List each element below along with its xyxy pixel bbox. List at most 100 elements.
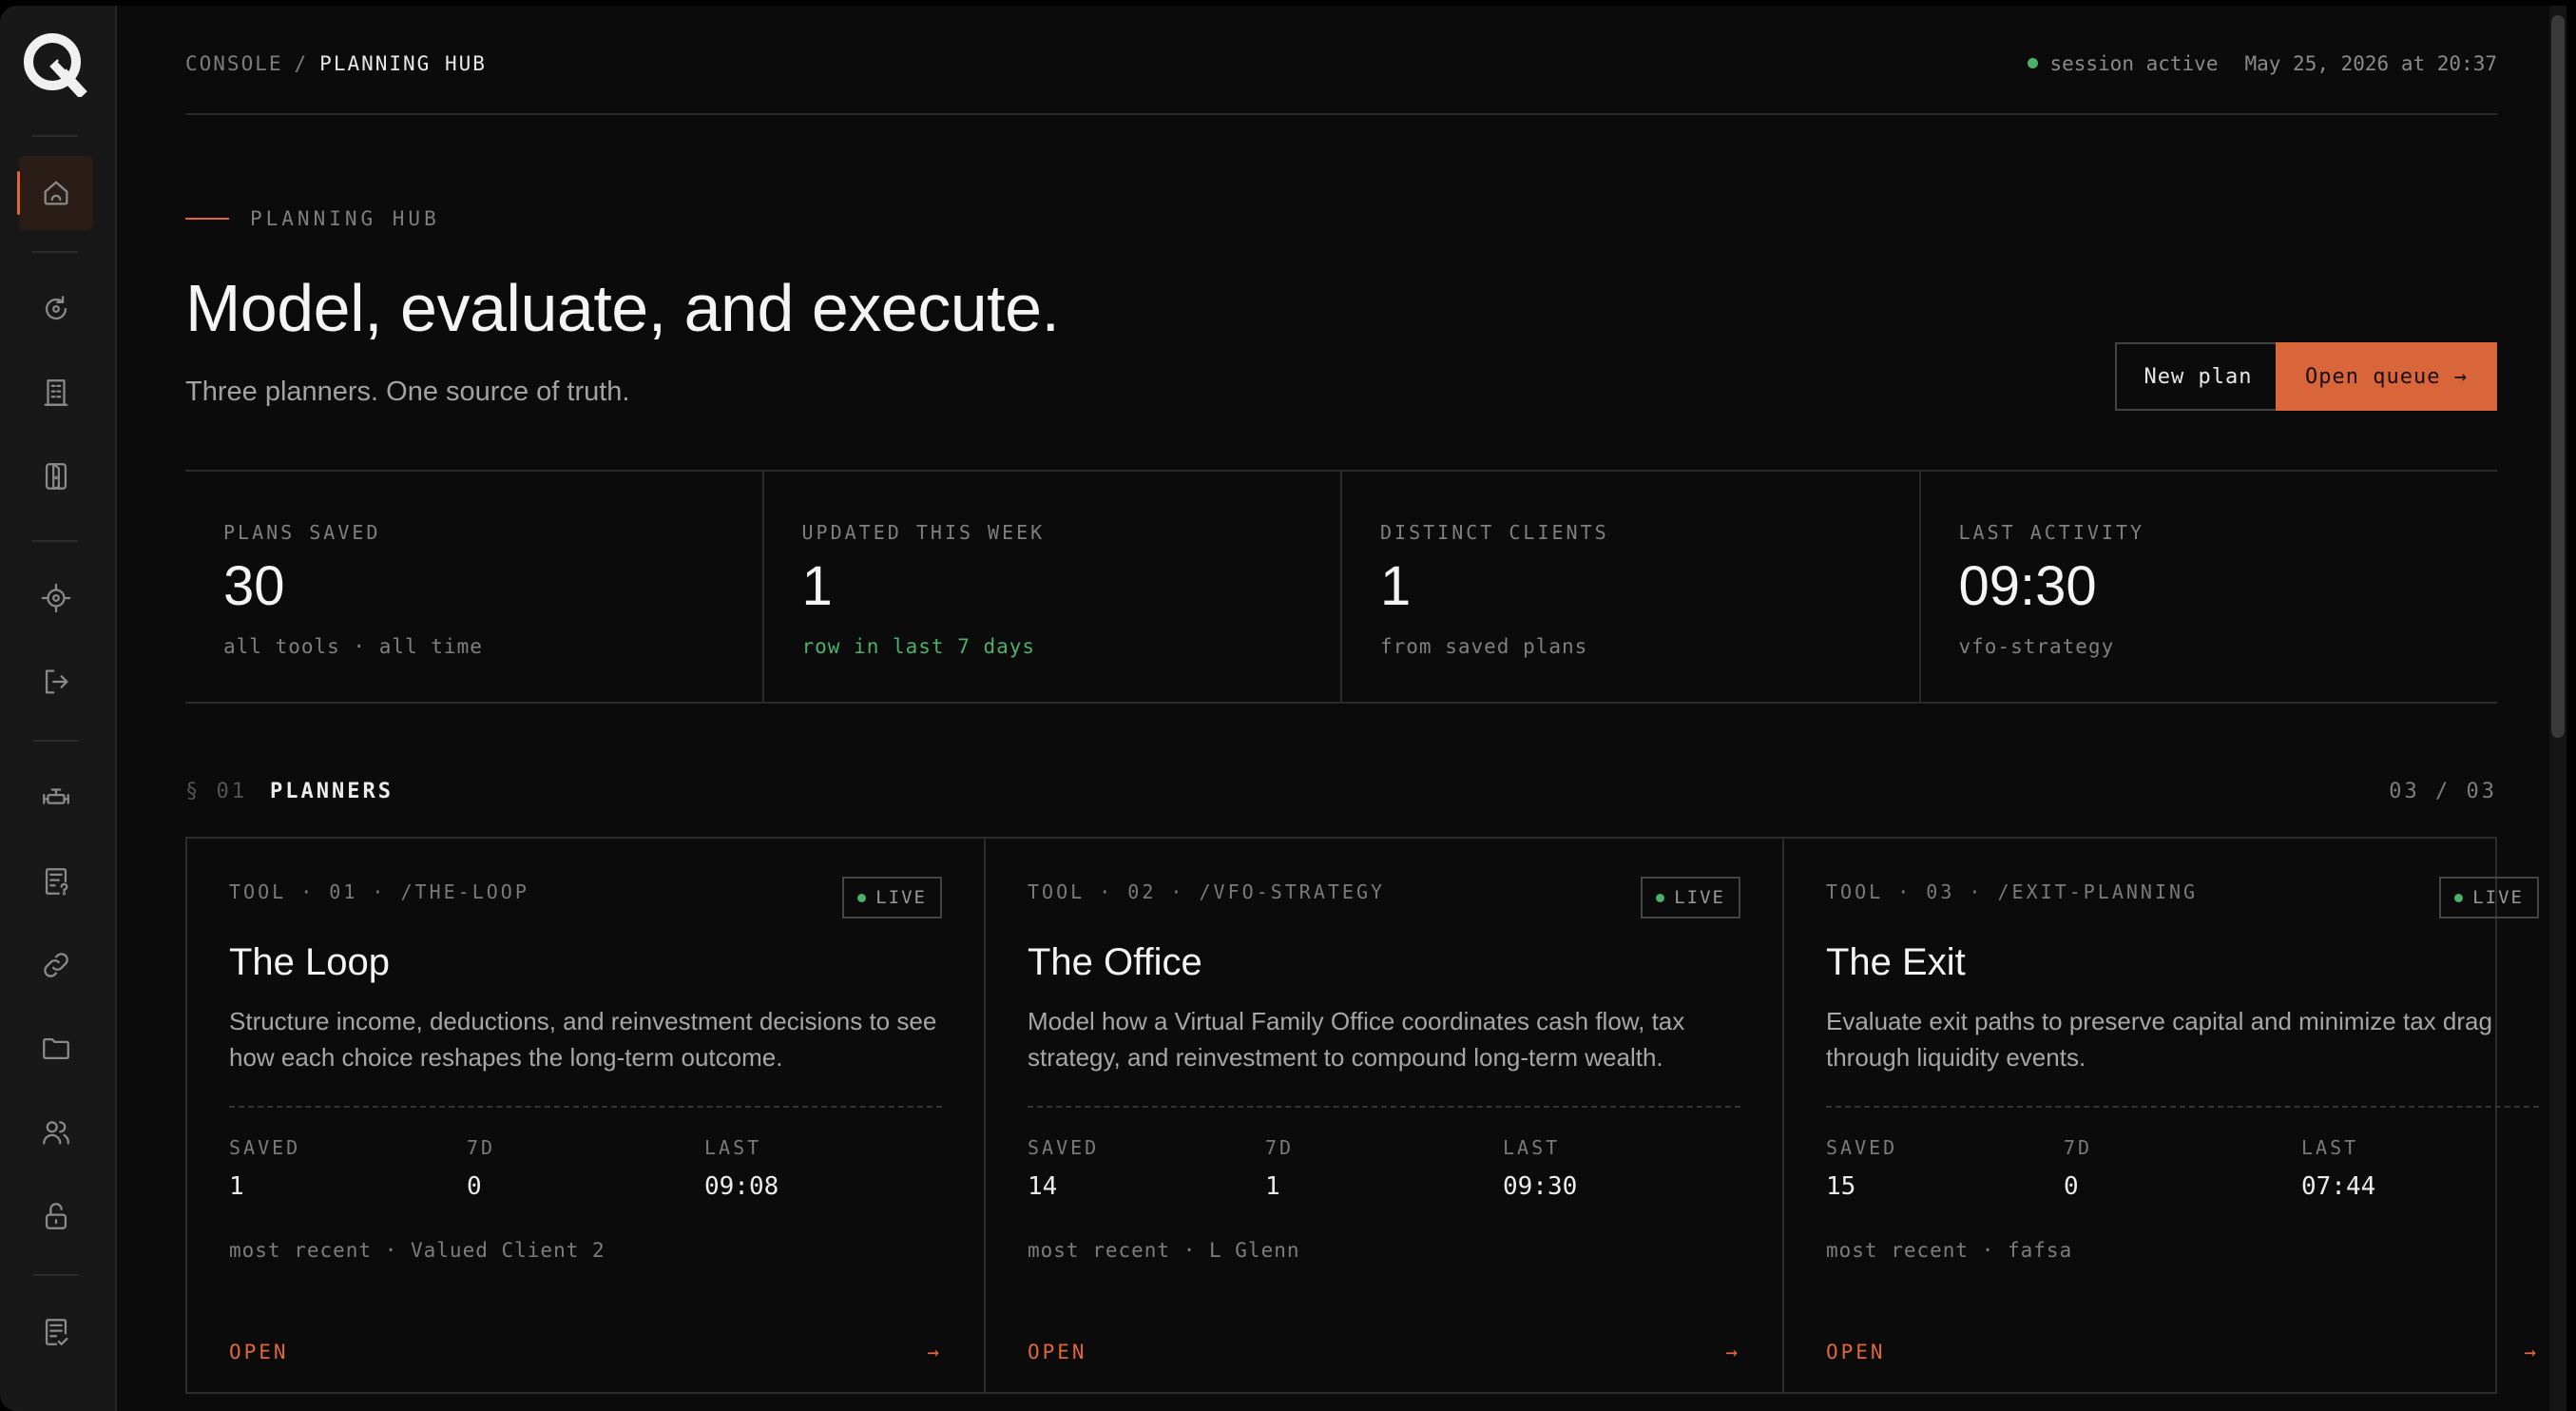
sidebar-item-users[interactable]	[19, 1095, 93, 1169]
breadcrumb-separator: /	[294, 51, 309, 75]
sidebar-item-target[interactable]	[19, 561, 93, 635]
metric-label: LAST	[704, 1136, 762, 1159]
scrollbar-thumb[interactable]	[2551, 15, 2565, 738]
card-metrics: SAVED 14 7D 1 LAST 09:30	[1028, 1136, 1740, 1201]
stat-label: PLANS SAVED	[223, 521, 381, 544]
sidebar-item-door[interactable]	[19, 439, 93, 513]
live-dot	[2454, 893, 2464, 902]
metric-value: 14	[1028, 1172, 1058, 1201]
planner-card-the-exit[interactable]: TOOL · 03 · /EXIT-PLANNING LIVE The Exit…	[1784, 839, 2566, 1392]
stat-value: 09:30	[1958, 555, 2097, 617]
metric-saved: SAVED 15	[1826, 1136, 2064, 1201]
live-dot	[857, 893, 867, 902]
arrow-right-icon[interactable]: →	[2524, 1341, 2539, 1363]
open-queue-button[interactable]: Open queue →	[2276, 342, 2497, 411]
sidebar-item-link[interactable]	[19, 928, 93, 1002]
sidebar-divider	[32, 251, 78, 253]
sidebar-item-logout[interactable]	[19, 645, 93, 719]
card-most-recent: most recent · L Glenn	[1028, 1239, 1300, 1262]
card-metrics: SAVED 1 7D 0 LAST 09:08	[229, 1136, 942, 1201]
section-count: 03 / 03	[2389, 780, 2497, 803]
home-icon	[44, 181, 68, 205]
new-plan-button[interactable]: New plan	[2115, 342, 2281, 411]
metric-value: 1	[1265, 1172, 1280, 1201]
metric-value: 09:08	[704, 1172, 779, 1201]
sidebar-item-refresh[interactable]	[19, 272, 93, 346]
metric-7d: 7D 0	[467, 1136, 704, 1201]
metric-label: 7D	[2064, 1136, 2093, 1159]
metric-value: 1	[229, 1172, 244, 1201]
session-status-text: session active	[2049, 51, 2219, 75]
stat-distinct-clients: DISTINCT CLIENTS 1 from saved plans	[1342, 472, 1921, 702]
metric-7d: 7D 1	[1265, 1136, 1503, 1201]
main-content: CONSOLE / PLANNING HUB session active May …	[185, 6, 2539, 1411]
document-question-icon	[45, 868, 68, 896]
planner-cards: TOOL · 01 · /THE-LOOP LIVE The Loop Stru…	[185, 837, 2539, 1394]
metric-last: LAST 09:30	[1503, 1136, 1740, 1201]
valve-icon	[43, 788, 69, 804]
arrow-right-icon[interactable]: →	[1725, 1341, 1740, 1363]
stat-value: 1	[801, 555, 833, 617]
stat-updated-this-week: UPDATED THIS WEEK 1 row in last 7 days	[764, 472, 1342, 702]
top-bar: CONSOLE / PLANNING HUB session active May …	[185, 6, 2497, 115]
sidebar-item-document-question[interactable]	[19, 844, 93, 918]
metric-value: 0	[2064, 1172, 2079, 1201]
metric-value: 0	[467, 1172, 482, 1201]
planner-card-the-office[interactable]: TOOL · 02 · /VFO-STRATEGY LIVE The Offic…	[986, 839, 1784, 1392]
card-title: The Office	[1028, 941, 1202, 983]
page-subtitle: Three planners. One source of truth.	[185, 377, 630, 407]
stat-plans-saved: PLANS SAVED 30 all tools · all time	[185, 472, 764, 702]
sidebar-item-clipboard[interactable]	[19, 1295, 93, 1369]
section-number: § 01	[185, 780, 247, 803]
card-divider	[229, 1106, 942, 1108]
logo-icon	[24, 33, 87, 97]
door-icon	[45, 463, 67, 490]
card-title: The Loop	[229, 941, 391, 983]
card-open-link[interactable]: OPEN →	[1028, 1341, 1740, 1363]
target-icon	[41, 583, 71, 613]
card-description: Evaluate exit paths to preserve capital …	[1826, 1007, 2492, 1072]
card-title: The Exit	[1826, 941, 1966, 983]
card-divider	[1826, 1106, 2539, 1108]
eyebrow-accent-line	[185, 218, 229, 220]
status-badge-label: LIVE	[2472, 887, 2524, 908]
app-window: CONSOLE / PLANNING HUB session active May …	[0, 6, 2566, 1411]
breadcrumb-root[interactable]: CONSOLE	[185, 52, 283, 75]
hero-eyebrow: PLANNING HUB	[185, 207, 440, 230]
status-badge: LIVE	[1641, 877, 1740, 918]
section-header: § 01 PLANNERS 03 / 03	[185, 780, 2497, 803]
breadcrumb-current: PLANNING HUB	[319, 51, 487, 75]
breadcrumb: CONSOLE / PLANNING HUB	[185, 52, 487, 75]
status-badge: LIVE	[842, 877, 942, 918]
stat-label: DISTINCT CLIENTS	[1380, 521, 1609, 544]
session-status: session active May 25, 2026 at 20:37	[2028, 52, 2497, 75]
metric-label: 7D	[1265, 1136, 1295, 1159]
sidebar-divider	[32, 135, 78, 137]
sidebar-divider	[32, 740, 78, 742]
card-open-link[interactable]: OPEN →	[1826, 1341, 2539, 1363]
users-icon	[43, 1121, 69, 1145]
sidebar-item-valve[interactable]	[19, 761, 93, 835]
open-label[interactable]: OPEN	[1028, 1341, 1087, 1363]
sidebar-item-folder[interactable]	[19, 1012, 93, 1086]
card-meta: TOOL · 02 · /VFO-STRATEGY	[1028, 880, 1386, 903]
sidebar-item-building[interactable]	[19, 356, 93, 430]
stat-note: all tools · all time	[223, 635, 483, 658]
card-open-link[interactable]: OPEN →	[229, 1341, 942, 1363]
link-icon	[44, 953, 68, 977]
metric-label: SAVED	[1826, 1136, 1898, 1159]
open-label[interactable]: OPEN	[1826, 1341, 1886, 1363]
status-badge-label: LIVE	[1674, 887, 1725, 908]
scrollbar[interactable]	[2549, 6, 2566, 1411]
open-label[interactable]: OPEN	[229, 1341, 289, 1363]
eyebrow-text: PLANNING HUB	[250, 207, 440, 230]
metric-saved: SAVED 14	[1028, 1136, 1265, 1201]
arrow-right-icon[interactable]: →	[927, 1341, 942, 1363]
metric-saved: SAVED 1	[229, 1136, 467, 1201]
lock-open-icon	[45, 1203, 67, 1229]
stat-note: vfo-strategy	[1958, 635, 2115, 658]
planner-card-the-loop[interactable]: TOOL · 01 · /THE-LOOP LIVE The Loop Stru…	[187, 839, 986, 1392]
sidebar-item-home[interactable]	[17, 156, 93, 230]
sidebar-item-lock[interactable]	[19, 1179, 93, 1253]
logout-icon	[45, 669, 68, 694]
